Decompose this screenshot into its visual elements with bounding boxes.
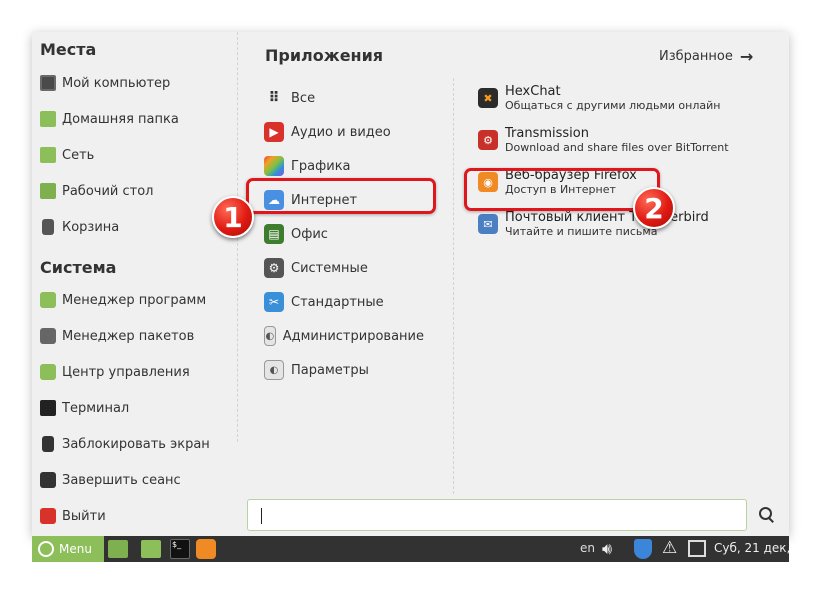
volume-icon[interactable]: 🔊︎ — [602, 539, 612, 559]
desktop-folder-icon — [40, 183, 56, 199]
highlight-firefox-app — [464, 168, 660, 211]
firefox-launcher-icon[interactable] — [196, 539, 216, 559]
play-icon: ▶ — [264, 122, 284, 142]
menu-button[interactable]: Menu — [32, 536, 104, 562]
taskbar: Menu $_ en 🔊︎ ⚠ Суб, 21 дек, — [32, 536, 790, 562]
lock-icon — [42, 436, 54, 452]
highlight-internet-category — [246, 178, 436, 214]
system-package-manager[interactable]: Менеджер пакетов — [40, 321, 194, 351]
package-manager-icon — [40, 328, 56, 344]
search-input[interactable] — [247, 499, 747, 531]
category-all[interactable]: ⠿ Все — [264, 83, 424, 113]
system-software-manager[interactable]: Менеджер программ — [40, 285, 206, 315]
transmission-icon: ⚙ — [478, 130, 498, 150]
place-computer[interactable]: Мой компьютер — [40, 68, 170, 98]
scissors-icon: ✂ — [264, 292, 284, 312]
system-quit[interactable]: Выйти — [40, 501, 106, 531]
mint-logo-icon — [38, 541, 54, 557]
step-badge-2: 2 — [633, 187, 675, 229]
app-name: Почтовый клиент Thunderbird — [505, 209, 709, 225]
text-caret — [261, 508, 262, 524]
category-office[interactable]: ▤ Офис — [264, 219, 424, 249]
clock[interactable]: Суб, 21 дек, — [714, 541, 790, 555]
favorites-button[interactable]: Избранное → — [659, 46, 753, 66]
files-icon[interactable] — [141, 540, 161, 558]
applications-title: Приложения — [265, 46, 384, 65]
middle-separator — [453, 78, 454, 494]
arrow-right-icon: → — [739, 46, 754, 66]
office-icon: ▤ — [264, 224, 284, 244]
trash-icon — [42, 219, 54, 235]
app-transmission[interactable]: ⚙ Transmission Download and share files … — [478, 122, 729, 158]
place-trash[interactable]: Корзина — [40, 212, 119, 242]
keyboard-layout[interactable]: en — [580, 541, 595, 555]
terminal-launcher-icon[interactable]: $_ — [170, 539, 190, 559]
start-menu: Места Мой компьютер Домашняя папка Сеть … — [32, 32, 789, 536]
category-audio-video[interactable]: ▶ Аудио и видео — [264, 117, 424, 147]
home-folder-icon — [40, 111, 56, 127]
category-preferences[interactable]: ◐ Параметры — [264, 355, 424, 385]
gear-icon: ⚙ — [264, 258, 284, 278]
system-terminal[interactable]: Терминал — [40, 393, 129, 423]
logout-icon — [40, 472, 56, 488]
terminal-icon — [40, 400, 56, 416]
app-description: Общаться с другими людьми онлайн — [505, 98, 721, 112]
warning-icon[interactable]: ⚠ — [662, 538, 677, 558]
admin-toggle-icon: ◐ — [264, 326, 276, 346]
category-administration[interactable]: ◐ Администрирование — [264, 321, 424, 351]
software-manager-icon — [40, 292, 56, 308]
grid-icon: ⠿ — [268, 90, 280, 106]
app-hexchat[interactable]: ✖ HexChat Общаться с другими людьми онла… — [478, 80, 720, 116]
category-graphics[interactable]: Графика — [264, 151, 424, 181]
app-name: HexChat — [505, 83, 561, 99]
graphics-icon — [264, 156, 284, 176]
search-icon[interactable] — [758, 506, 776, 524]
power-icon — [40, 508, 56, 524]
network-status-icon[interactable] — [688, 540, 706, 557]
hexchat-icon: ✖ — [478, 88, 498, 108]
place-home[interactable]: Домашняя папка — [40, 104, 179, 134]
app-description: Download and share files over BitTorrent — [505, 140, 729, 154]
system-logout[interactable]: Завершить сеанс — [40, 465, 181, 495]
place-desktop[interactable]: Рабочий стол — [40, 176, 153, 206]
mail-icon: ✉ — [478, 214, 498, 234]
system-control-center[interactable]: Центр управления — [40, 357, 190, 387]
network-folder-icon — [40, 147, 56, 163]
shield-icon[interactable] — [634, 539, 652, 559]
category-system[interactable]: ⚙ Системные — [264, 253, 424, 283]
preferences-toggle-icon: ◐ — [264, 360, 284, 380]
app-description: Читайте и пишите письма — [505, 224, 658, 238]
computer-icon — [40, 75, 56, 91]
show-desktop-icon[interactable] — [108, 540, 128, 558]
category-accessories[interactable]: ✂ Стандартные — [264, 287, 424, 317]
place-network[interactable]: Сеть — [40, 140, 94, 170]
step-badge-1: 1 — [212, 196, 254, 238]
app-name: Transmission — [505, 125, 589, 141]
control-center-icon — [40, 364, 56, 380]
system-title: Система — [40, 258, 117, 277]
places-title: Места — [40, 40, 97, 59]
system-lock-screen[interactable]: Заблокировать экран — [40, 429, 210, 459]
